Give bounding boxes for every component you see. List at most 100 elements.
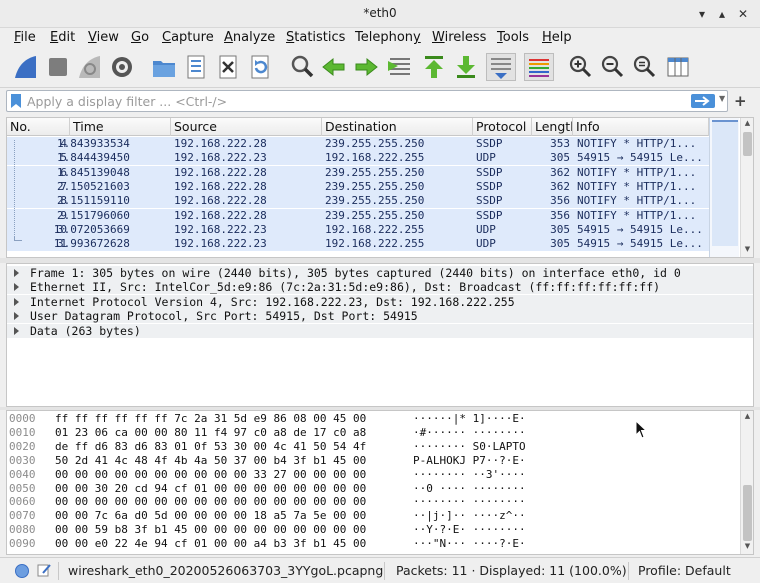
packet-info: NOTIFY * HTTP/1... <box>577 165 697 179</box>
capture-comment-icon[interactable] <box>36 562 52 578</box>
detail-tree-item[interactable]: User Datagram Protocol, Src Port: 54915,… <box>7 309 753 324</box>
maximize-icon[interactable]: ▴ <box>714 6 730 22</box>
menu-statistics[interactable]: Statistics <box>286 30 345 45</box>
resize-columns-icon[interactable] <box>664 53 692 81</box>
scroll-up-icon[interactable]: ▲ <box>741 119 753 127</box>
column-header-source[interactable]: Source <box>171 118 322 136</box>
menu-tools[interactable]: Tools <box>497 30 529 45</box>
hex-hex: de ff d6 83 d6 83 01 0f 53 30 00 4c 41 5… <box>55 439 367 453</box>
minimap-viewport <box>712 120 738 246</box>
zoom-out-icon[interactable] <box>598 53 626 81</box>
reload-file-icon[interactable] <box>246 53 274 81</box>
normal-size-icon[interactable] <box>630 53 658 81</box>
menu-file[interactable]: File <box>14 30 36 45</box>
menu-help[interactable]: Help <box>542 30 572 45</box>
packet-row[interactable]: 6 1.845139048 192.168.222.28 239.255.255.25… <box>7 165 709 180</box>
packet-row[interactable]: 11 3.993672628 192.168.222.23 192.168.222.2… <box>7 237 709 252</box>
display-filter-input[interactable] <box>27 92 667 110</box>
profile-status[interactable]: Profile: Default <box>638 563 731 578</box>
hex-hex: 01 23 06 ca 00 00 80 11 f4 97 c0 a8 de 1… <box>55 425 367 439</box>
open-file-icon[interactable] <box>150 53 178 81</box>
filter-history-chevron-icon[interactable]: ▼ <box>719 94 725 103</box>
stop-capture-icon[interactable] <box>44 53 72 81</box>
capture-options-icon[interactable] <box>108 53 136 81</box>
packet-info: 54915 → 54915 Le... <box>577 237 703 251</box>
expand-arrow-icon[interactable] <box>14 269 19 277</box>
close-file-icon[interactable] <box>214 53 242 81</box>
scroll-down-icon[interactable]: ▼ <box>741 245 753 253</box>
packet-info: 54915 → 54915 Le... <box>577 222 703 236</box>
hex-off: 0040 <box>9 467 36 481</box>
bytes-scrollbar[interactable]: ▲ ▼ <box>740 411 753 554</box>
zoom-in-icon[interactable] <box>566 53 594 81</box>
packet-dst: 239.255.255.250 <box>325 137 425 150</box>
scroll-down-icon[interactable]: ▼ <box>741 542 753 550</box>
go-forward-icon[interactable] <box>352 53 380 81</box>
detail-tree-item[interactable]: Frame 1: 305 bytes on wire (2440 bits), … <box>7 266 753 280</box>
expand-arrow-icon[interactable] <box>14 312 19 321</box>
packet-row[interactable]: 7 2.150521603 192.168.222.28 239.255.255.25… <box>7 179 709 194</box>
column-header-no[interactable]: No. <box>7 118 70 136</box>
go-to-last-packet-icon[interactable] <box>452 53 480 81</box>
packet-proto: SSDP <box>476 194 503 208</box>
detail-tree-item[interactable]: Data (263 bytes) <box>7 323 753 338</box>
menu-wireless[interactable]: Wireless <box>432 30 486 45</box>
go-to-packet-icon[interactable] <box>386 53 414 81</box>
menu-edit[interactable]: Edit <box>50 30 75 45</box>
packet-row[interactable]: 9 2.151796060 192.168.222.28 239.255.255.25… <box>7 208 709 223</box>
hex-asc: P-ALHOKJ P7··?·E· <box>413 453 526 467</box>
packet-row[interactable]: 5 1.844439450 192.168.222.23 192.168.222.25… <box>7 151 709 166</box>
column-header-info[interactable]: Info <box>573 118 709 136</box>
hex-asc: ········ S0·LAPTO <box>413 439 526 453</box>
expand-arrow-icon[interactable] <box>14 297 19 306</box>
restart-capture-icon[interactable] <box>76 53 104 81</box>
packet-dst: 239.255.255.250 <box>325 179 425 193</box>
packet-len: 356 <box>550 208 570 222</box>
packet-count-status: Packets: 11 · Displayed: 11 (100.0%) <box>396 563 627 578</box>
menu-analyze[interactable]: Analyze <box>224 30 275 45</box>
menu-go[interactable]: Go <box>131 30 149 45</box>
apply-filter-icon[interactable] <box>691 94 715 108</box>
minimize-icon[interactable]: ▾ <box>694 6 710 22</box>
save-file-icon[interactable] <box>182 53 210 81</box>
scrollbar-thumb[interactable] <box>743 485 752 541</box>
packet-row[interactable]: 10 3.072053669 192.168.222.23 192.168.222.2… <box>7 222 709 237</box>
auto-scroll-icon[interactable] <box>486 53 516 81</box>
scroll-up-icon[interactable]: ▲ <box>741 412 753 420</box>
status-bar: wireshark_eth0_20200526063703_3YYgoL.pca… <box>0 557 760 583</box>
packet-list-scrollbar[interactable]: ▲ ▼ <box>740 118 753 257</box>
packet-len: 353 <box>550 137 570 150</box>
packet-minimap[interactable] <box>709 118 739 257</box>
packet-src: 192.168.222.23 <box>174 237 267 251</box>
packet-time: 2.151159110 <box>57 194 130 208</box>
capture-file-name: wireshark_eth0_20200526063703_3YYgoL.pca… <box>68 563 384 578</box>
detail-text: Ethernet II, Src: IntelCor_5d:e9:86 (7c:… <box>30 280 661 295</box>
packet-row[interactable]: 8 2.151159110 192.168.222.28 239.255.255.25… <box>7 194 709 209</box>
add-filter-button-icon[interactable]: + <box>734 92 747 110</box>
go-back-icon[interactable] <box>320 53 348 81</box>
close-icon[interactable]: ✕ <box>735 6 751 22</box>
expert-info-icon[interactable] <box>14 563 30 579</box>
start-capture-icon[interactable] <box>12 53 40 81</box>
detail-tree-item[interactable]: Ethernet II, Src: IntelCor_5d:e9:86 (7c:… <box>7 280 753 295</box>
scrollbar-thumb[interactable] <box>743 132 752 156</box>
find-packet-icon[interactable] <box>288 53 316 81</box>
packet-src: 192.168.222.28 <box>174 179 267 193</box>
detail-tree-item[interactable]: Internet Protocol Version 4, Src: 192.16… <box>7 294 753 309</box>
bookmark-icon[interactable] <box>11 94 21 108</box>
menu-telephony[interactable]: Telephony <box>355 30 421 45</box>
menu-capture[interactable]: Capture <box>162 30 214 45</box>
colorize-icon[interactable] <box>524 53 554 81</box>
packet-row[interactable]: 4 1.843933534 192.168.222.28 239.255.255.25… <box>7 137 709 151</box>
column-header-destination[interactable]: Destination <box>322 118 473 136</box>
column-header-length[interactable]: Length <box>532 118 573 136</box>
packet-proto: SSDP <box>476 137 503 150</box>
expand-arrow-icon[interactable] <box>14 326 19 335</box>
expand-arrow-icon[interactable] <box>14 283 19 292</box>
menu-view[interactable]: View <box>88 30 119 45</box>
hex-hex: 00 00 00 00 00 00 00 00 00 00 00 00 00 0… <box>55 495 367 509</box>
column-header-protocol[interactable]: Protocol <box>473 118 532 136</box>
column-header-time[interactable]: Time <box>70 118 171 136</box>
detail-text: Internet Protocol Version 4, Src: 192.16… <box>30 294 515 309</box>
go-to-first-packet-icon[interactable] <box>420 53 448 81</box>
